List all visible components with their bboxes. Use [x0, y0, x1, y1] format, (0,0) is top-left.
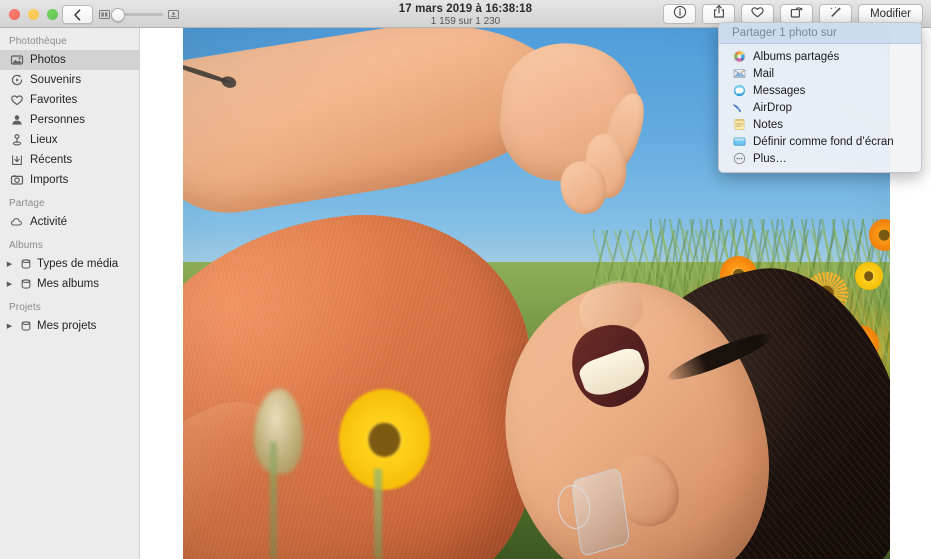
shared-albums-icon — [732, 50, 746, 64]
zoom-slider-track[interactable] — [115, 13, 163, 16]
sidebar-section-title-albums: Albums — [0, 232, 139, 254]
menu-item-plus[interactable]: Plus… — [719, 150, 921, 167]
cloud-icon — [9, 215, 24, 230]
more-ellipsis-icon — [732, 152, 746, 166]
edit-button[interactable]: Modifier — [858, 4, 923, 24]
sidebar-item-favorites[interactable]: Favorites — [0, 90, 139, 110]
airdrop-icon — [732, 101, 746, 115]
sidebar-item-label: Activité — [30, 216, 67, 228]
menu-item-airdrop[interactable]: AirDrop — [719, 99, 921, 116]
rotate-icon — [789, 5, 804, 24]
menu-item-label: Notes — [753, 119, 783, 131]
foreground-bud-stem — [270, 442, 277, 559]
chevron-left-icon — [73, 9, 82, 21]
zoom-slider[interactable] — [99, 5, 179, 24]
heart-icon — [9, 93, 24, 108]
sidebar-item-activite[interactable]: Activité — [0, 212, 139, 232]
menu-item-label: Messages — [753, 85, 805, 97]
album-icon — [18, 319, 33, 334]
share-box-icon — [712, 4, 726, 24]
album-icon — [18, 257, 33, 272]
sidebar-item-souvenirs[interactable]: Souvenirs — [0, 70, 139, 90]
sidebar-item-types-de-media[interactable]: ▶ Types de média — [0, 254, 139, 274]
sidebar-item-mes-albums[interactable]: ▶ Mes albums — [0, 274, 139, 294]
zoom-slider-thumb[interactable] — [111, 8, 125, 22]
menu-item-label: Albums partagés — [753, 51, 839, 63]
arm-tattoo — [183, 61, 232, 86]
toolbar-right-buttons: Modifier — [663, 4, 923, 24]
menu-item-messages[interactable]: Messages — [719, 82, 921, 99]
mail-icon — [732, 67, 746, 81]
sidebar-item-label: Mes projets — [37, 320, 96, 332]
share-button[interactable] — [702, 4, 735, 24]
menu-item-albums-partages[interactable]: Albums partagés — [719, 48, 921, 65]
download-icon — [9, 153, 24, 168]
foreground-daisy — [339, 389, 431, 490]
sidebar-item-imports[interactable]: Imports — [0, 170, 139, 190]
messages-icon — [732, 84, 746, 98]
memories-icon — [9, 73, 24, 88]
album-icon — [18, 277, 33, 292]
sidebar-item-lieux[interactable]: Lieux — [0, 130, 139, 150]
desktop-wallpaper-icon — [732, 135, 746, 149]
sidebar-item-photos[interactable]: Photos — [0, 50, 139, 70]
single-photo-icon — [168, 10, 179, 19]
heart-icon — [750, 5, 765, 24]
sidebar-item-label: Mes albums — [37, 278, 99, 290]
rotate-button[interactable] — [780, 4, 813, 24]
chevron-right-icon[interactable]: ▶ — [5, 281, 14, 288]
camera-icon — [9, 173, 24, 188]
close-window-button[interactable] — [9, 9, 20, 20]
zoom-window-button[interactable] — [47, 9, 58, 20]
person-icon — [9, 113, 24, 128]
sidebar[interactable]: Photothèque Photos Souvenirs Favorites P… — [0, 28, 140, 559]
chevron-right-icon[interactable]: ▶ — [5, 323, 14, 330]
subject-teeth — [576, 344, 648, 400]
menu-item-label: Plus… — [753, 153, 787, 165]
menu-item-definir-fond-ecran[interactable]: Définir comme fond d’écran — [719, 133, 921, 150]
menu-item-label: AirDrop — [753, 102, 792, 114]
sidebar-item-label: Lieux — [30, 134, 58, 146]
photos-window: Photothèque Photos Souvenirs Favorites P… — [0, 0, 931, 559]
sidebar-item-recents[interactable]: Récents — [0, 150, 139, 170]
sidebar-item-label: Favorites — [30, 94, 77, 106]
sidebar-item-label: Récents — [30, 154, 72, 166]
sidebar-section-title-sharing: Partage — [0, 190, 139, 212]
sidebar-item-label: Souvenirs — [30, 74, 81, 86]
sidebar-item-label: Types de média — [37, 258, 118, 270]
sidebar-item-label: Photos — [30, 54, 66, 66]
sidebar-section-title-photolibrary: Photothèque — [0, 28, 139, 50]
minimize-window-button[interactable] — [28, 9, 39, 20]
share-menu[interactable]: Partager 1 photo sur Albums partagés Mai… — [718, 22, 922, 173]
pin-icon — [9, 133, 24, 148]
photos-icon — [9, 53, 24, 68]
sidebar-item-label: Personnes — [30, 114, 85, 126]
notes-icon — [732, 118, 746, 132]
share-menu-items: Albums partagés Mail Messages AirDrop — [719, 44, 921, 167]
sidebar-section-title-projects: Projets — [0, 294, 139, 316]
menu-item-label: Mail — [753, 68, 774, 80]
menu-item-notes[interactable]: Notes — [719, 116, 921, 133]
foreground-daisy-bloom — [339, 389, 431, 490]
info-circle-icon — [673, 5, 687, 24]
flower-yellow — [855, 262, 883, 291]
menu-item-mail[interactable]: Mail — [719, 65, 921, 82]
sidebar-item-personnes[interactable]: Personnes — [0, 110, 139, 130]
sidebar-item-mes-projets[interactable]: ▶ Mes projets — [0, 316, 139, 336]
magic-wand-icon — [828, 5, 843, 24]
share-menu-header: Partager 1 photo sur — [719, 23, 921, 44]
favorite-button[interactable] — [741, 4, 774, 24]
foreground-daisy-stem — [374, 469, 382, 559]
chevron-right-icon[interactable]: ▶ — [5, 261, 14, 268]
foreground-bud — [254, 389, 303, 474]
back-button[interactable] — [62, 5, 93, 24]
traffic-lights — [9, 9, 58, 20]
grid-thumbnails-icon — [99, 10, 110, 19]
menu-item-label: Définir comme fond d’écran — [753, 136, 894, 148]
enhance-button[interactable] — [819, 4, 852, 24]
info-button[interactable] — [663, 4, 696, 24]
sidebar-item-label: Imports — [30, 174, 68, 186]
